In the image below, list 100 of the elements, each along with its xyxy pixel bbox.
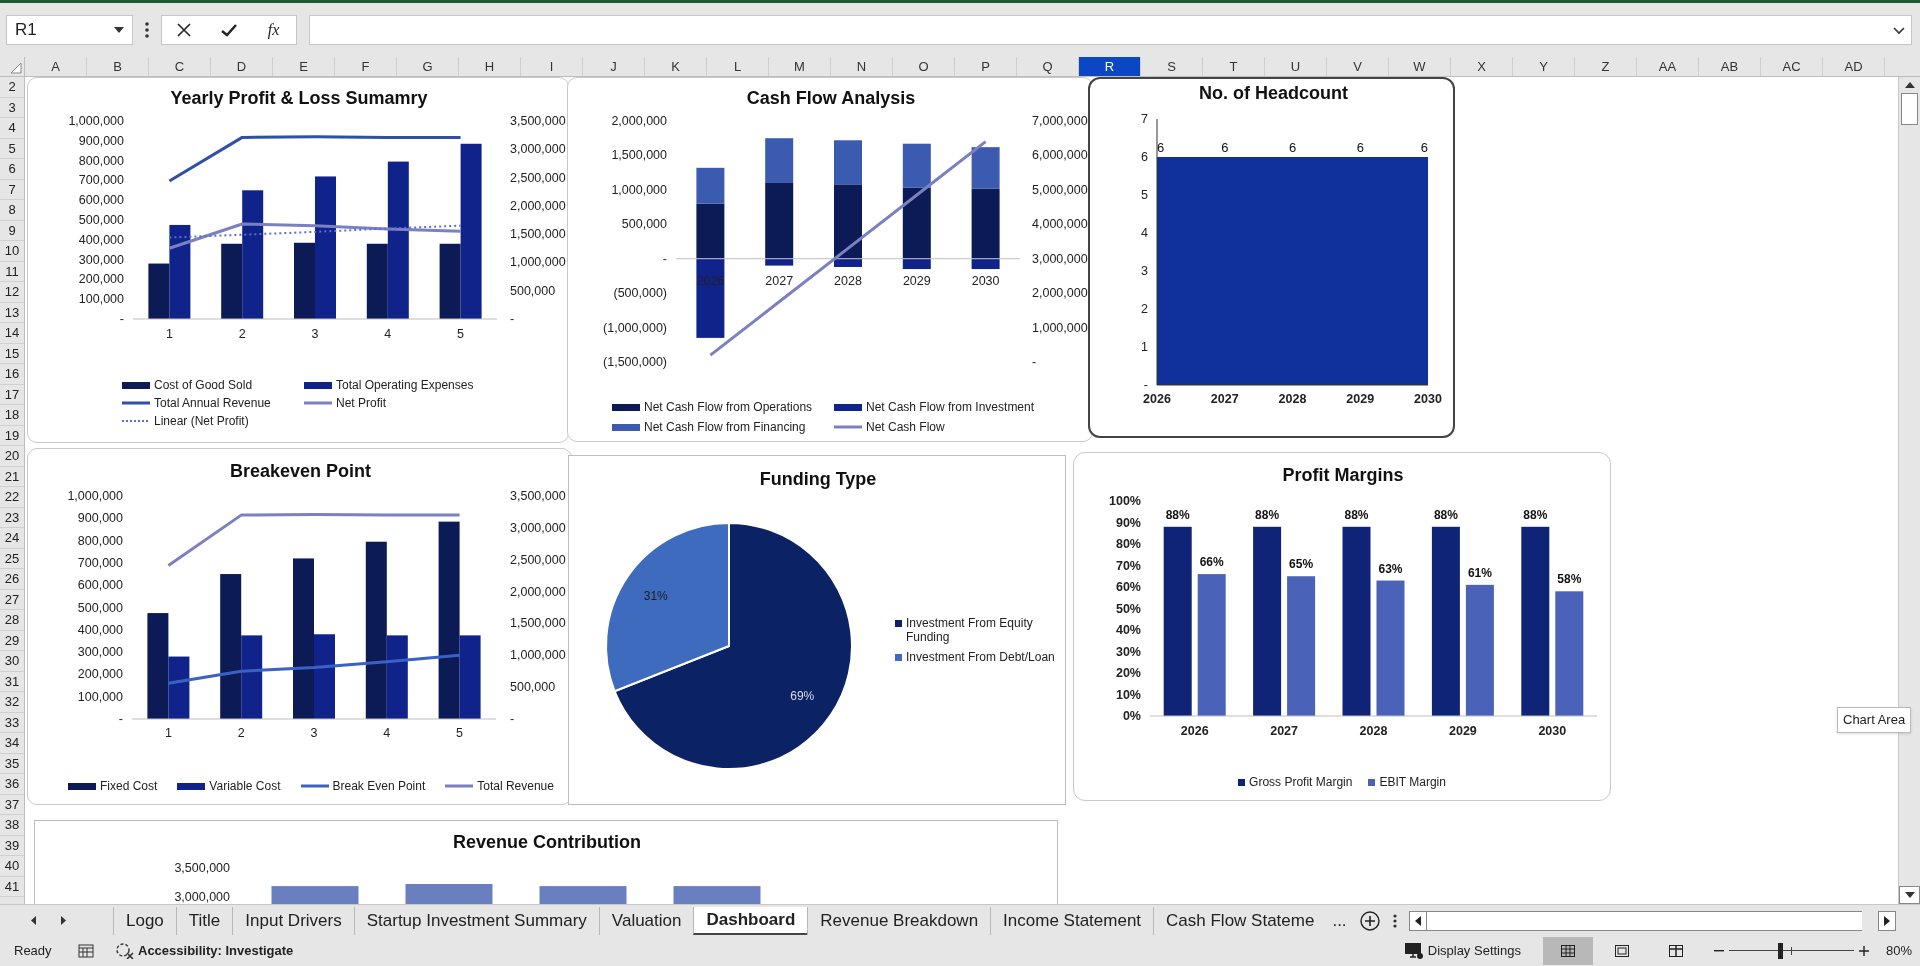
column-header[interactable]: N: [831, 57, 893, 76]
name-box[interactable]: R1: [6, 15, 133, 45]
row-header[interactable]: 22: [0, 487, 24, 508]
row-header[interactable]: 24: [0, 528, 24, 549]
scroll-right-button[interactable]: [1878, 910, 1896, 931]
sheet-tab[interactable]: Startup Investment Summary: [353, 906, 599, 935]
row-header[interactable]: 36: [0, 774, 24, 795]
column-header[interactable]: Y: [1513, 57, 1575, 76]
row-header[interactable]: 14: [0, 323, 24, 344]
column-header[interactable]: V: [1327, 57, 1389, 76]
column-header[interactable]: L: [707, 57, 769, 76]
row-header[interactable]: 40: [0, 856, 24, 877]
column-header[interactable]: G: [397, 57, 459, 76]
sheet-tab[interactable]: Cash Flow Stateme: [1153, 906, 1327, 935]
column-header[interactable]: K: [645, 57, 707, 76]
row-header[interactable]: 38: [0, 815, 24, 836]
axis-label: 2,000,000: [1032, 286, 1088, 301]
row-header[interactable]: 28: [0, 610, 24, 631]
column-header[interactable]: R: [1079, 57, 1141, 76]
zoom-slider[interactable]: [1728, 943, 1854, 959]
row-header[interactable]: 29: [0, 630, 24, 651]
add-sheet-button[interactable]: [1358, 909, 1381, 932]
monitor-icon: [1403, 942, 1424, 960]
column-header[interactable]: S: [1141, 57, 1203, 76]
row-header[interactable]: 27: [0, 589, 24, 610]
row-header[interactable]: 15: [0, 343, 24, 364]
column-header[interactable]: F: [335, 57, 397, 76]
row-header[interactable]: 17: [0, 384, 24, 405]
row-header[interactable]: 34: [0, 733, 24, 754]
row-header[interactable]: 21: [0, 466, 24, 487]
formula-field[interactable]: [309, 15, 1912, 45]
row-header[interactable]: 23: [0, 507, 24, 528]
row-header[interactable]: 10: [0, 241, 24, 262]
chart-title: Funding Type: [759, 469, 877, 489]
row-header[interactable]: 16: [0, 364, 24, 385]
more-icon: [145, 22, 149, 38]
column-header[interactable]: AC: [1761, 57, 1823, 76]
column-header[interactable]: T: [1203, 57, 1265, 76]
view-button[interactable]: [1542, 937, 1593, 965]
column-header[interactable]: Z: [1575, 57, 1637, 76]
row-header[interactable]: 7: [0, 179, 24, 200]
row-header[interactable]: 37: [0, 794, 24, 815]
row-header[interactable]: 8: [0, 200, 24, 221]
column-header[interactable]: X: [1451, 57, 1513, 76]
column-header[interactable]: AD: [1823, 57, 1885, 76]
accessibility-button[interactable]: Accessibility: Investigate: [116, 941, 294, 961]
column-header[interactable]: W: [1389, 57, 1451, 76]
scroll-down-button[interactable]: [1899, 886, 1920, 904]
column-header[interactable]: A: [25, 57, 87, 76]
column-header[interactable]: E: [273, 57, 335, 76]
sheet-tab[interactable]: Logo: [113, 906, 176, 935]
column-header[interactable]: D: [211, 57, 273, 76]
row-header[interactable]: 35: [0, 753, 24, 774]
column-header[interactable]: AA: [1637, 57, 1699, 76]
row-header[interactable]: 11: [0, 261, 24, 282]
column-header[interactable]: P: [955, 57, 1017, 76]
row-header[interactable]: 4: [0, 118, 24, 139]
row-header[interactable]: 13: [0, 302, 24, 323]
column-header[interactable]: AB: [1699, 57, 1761, 76]
row-header[interactable]: 9: [0, 220, 24, 241]
row-header[interactable]: 6: [0, 159, 24, 180]
slider-thumb[interactable]: [1778, 943, 1784, 959]
row-header[interactable]: 2: [0, 77, 24, 98]
row-header[interactable]: 26: [0, 569, 24, 590]
column-header[interactable]: B: [87, 57, 149, 76]
row-header[interactable]: 32: [0, 692, 24, 713]
sheet-tab[interactable]: Income Statement: [990, 906, 1154, 935]
sheet-tab[interactable]: Dashboard: [693, 906, 808, 935]
row-header[interactable]: 33: [0, 712, 24, 733]
sheet-tab[interactable]: Input Drivers: [232, 906, 354, 935]
row-header[interactable]: 3: [0, 97, 24, 118]
row-header[interactable]: 20: [0, 446, 24, 467]
axis-label: 5,000,000: [1032, 182, 1088, 197]
row-header[interactable]: 19: [0, 425, 24, 446]
display-settings-button[interactable]: Display Settings: [1403, 941, 1521, 961]
axis-label: 500,000: [510, 680, 556, 695]
row-header[interactable]: 5: [0, 138, 24, 159]
column-header[interactable]: M: [769, 57, 831, 76]
row-header[interactable]: 18: [0, 405, 24, 426]
column-header[interactable]: U: [1265, 57, 1327, 76]
data-label: 63%: [1378, 561, 1403, 576]
row-header[interactable]: 12: [0, 282, 24, 303]
sheet-tab[interactable]: Revenue Breakdown: [807, 906, 991, 935]
row-header[interactable]: 30: [0, 651, 24, 672]
column-header[interactable]: C: [149, 57, 211, 76]
column-header[interactable]: I: [521, 57, 583, 76]
row-header[interactable]: 25: [0, 548, 24, 569]
more-tabs-button[interactable]: ...: [1326, 906, 1353, 935]
column-header[interactable]: O: [893, 57, 955, 76]
row-header[interactable]: 31: [0, 671, 24, 692]
zoom-in-button[interactable]: [1857, 943, 1870, 959]
sheet-tab[interactable]: Title: [175, 906, 233, 935]
scroll-left-button[interactable]: [1408, 910, 1427, 931]
axis-label: 2,000,000: [611, 114, 667, 128]
column-header[interactable]: H: [459, 57, 521, 76]
scrollbar-thumb[interactable]: [1901, 93, 1918, 125]
column-header[interactable]: J: [583, 57, 645, 76]
insert-function-button[interactable]: fx: [258, 17, 289, 43]
row-header[interactable]: 39: [0, 835, 24, 856]
row-header[interactable]: 41: [0, 876, 24, 897]
